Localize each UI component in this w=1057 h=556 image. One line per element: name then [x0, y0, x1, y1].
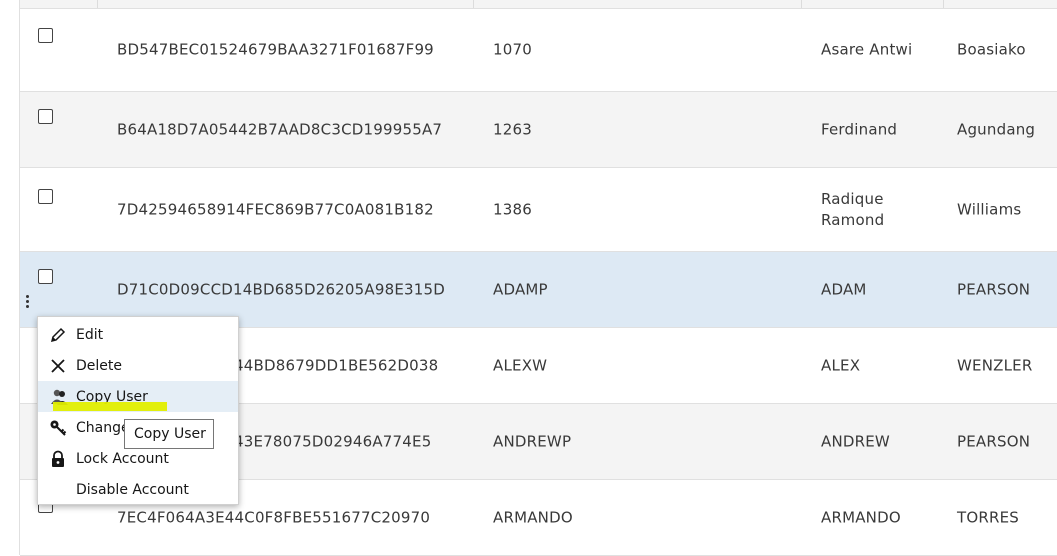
cell-id: 44BD8679DD1BE562D038: [234, 356, 439, 374]
cell-first-name: ARMANDO: [821, 508, 901, 526]
table-row[interactable]: BD547BEC01524679BAA3271F01687F99 1070 As…: [20, 9, 1057, 92]
cell-id: 7D42594658914FEC869B77C0A081B182: [117, 200, 434, 218]
cell-username: 1263: [493, 120, 532, 138]
cell-first-name: ANDREW: [821, 432, 890, 450]
menu-item-label: Change: [76, 420, 130, 436]
cell-username: ANDREWP: [493, 432, 572, 450]
cell-username: 1070: [493, 40, 532, 59]
menu-item-label: Disable Account: [76, 482, 189, 498]
cell-first-name: Radique Ramond: [821, 189, 885, 229]
header-divider: [473, 0, 474, 8]
cell-last-name: PEARSON: [957, 280, 1031, 298]
tooltip: Copy User: [124, 419, 214, 449]
overflow-menu-icon[interactable]: [24, 295, 30, 313]
cell-username: ARMANDO: [493, 508, 573, 526]
pencil-icon: [49, 326, 67, 344]
table-row[interactable]: B64A18D7A05442B7AAD8C3CD199955A7 1263 Fe…: [20, 92, 1057, 168]
menu-item-disable-account[interactable]: Disable Account: [38, 474, 238, 505]
cell-id: 43E78075D02946A774E5: [234, 432, 432, 450]
table-header: [20, 0, 1057, 9]
header-divider: [97, 0, 98, 8]
cell-id: B64A18D7A05442B7AAD8C3CD199955A7: [117, 120, 443, 138]
menu-item-delete[interactable]: Delete: [38, 350, 238, 381]
menu-item-label: Edit: [76, 327, 104, 343]
cell-last-name: PEARSON: [957, 432, 1031, 450]
row-checkbox[interactable]: [38, 189, 53, 204]
table-row[interactable]: 7D42594658914FEC869B77C0A081B182 1386 Ra…: [20, 168, 1057, 252]
header-divider: [943, 0, 944, 8]
row-checkbox[interactable]: [38, 109, 53, 124]
cell-first-name: Asare Antwi: [821, 40, 913, 59]
cell-first-name: ALEX: [821, 356, 861, 374]
cell-last-name: Agundang: [957, 120, 1036, 138]
cell-username: ADAMP: [493, 280, 548, 298]
cell-id: 7EC4F064A3E44C0F8FBE551677C20970: [117, 508, 431, 526]
menu-item-label: Lock Account: [76, 451, 169, 467]
menu-item-label: Delete: [76, 358, 122, 374]
row-checkbox[interactable]: [38, 269, 53, 284]
cell-last-name: Williams: [957, 200, 1022, 218]
cell-last-name: WENZLER: [957, 356, 1033, 374]
left-gutter: [0, 0, 20, 555]
cell-id: D71C0D09CCD14BD685D26205A98E315D: [117, 280, 446, 298]
cell-id: BD547BEC01524679BAA3271F01687F99: [117, 40, 434, 59]
cell-last-name: Boasiako: [957, 40, 1026, 59]
key-icon: [49, 419, 67, 437]
lock-icon: [49, 450, 67, 468]
cell-first-name: ADAM: [821, 280, 867, 298]
row-checkbox[interactable]: [38, 28, 53, 43]
menu-item-edit[interactable]: Edit: [38, 319, 238, 350]
cell-first-name: Ferdinand: [821, 120, 898, 138]
cell-last-name: TORRES: [957, 508, 1020, 526]
cell-username: ALEXW: [493, 356, 548, 374]
header-divider: [801, 0, 802, 8]
close-icon: [49, 357, 67, 375]
highlight-marker: [53, 402, 167, 411]
cell-username: 1386: [493, 200, 532, 218]
